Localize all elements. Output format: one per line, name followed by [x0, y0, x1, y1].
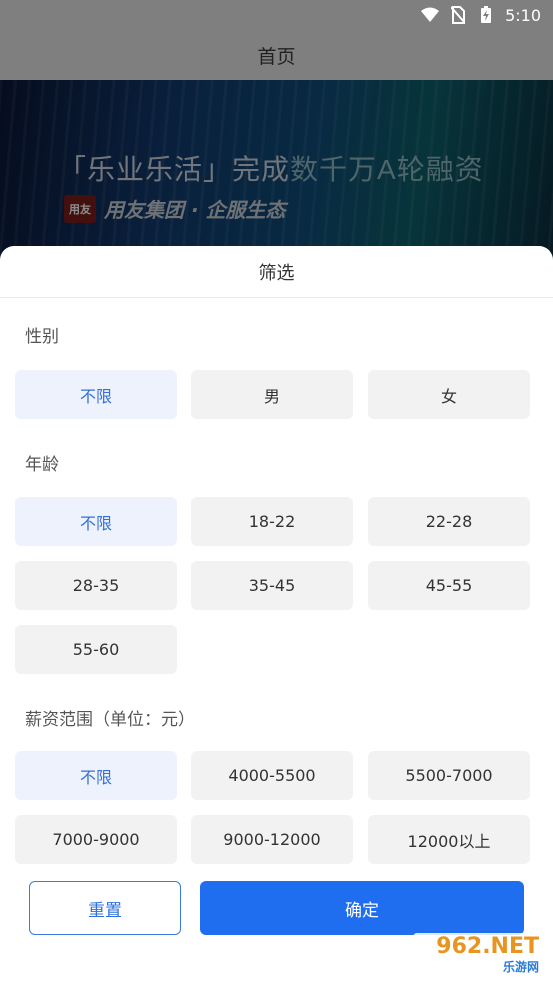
battery-charging-icon [477, 6, 495, 24]
salary-option-7000-9000[interactable]: 7000-9000 [15, 815, 177, 864]
promo-banner[interactable]: 「乐业乐活」完成数千万A轮融资 用友 用友集团 · 企服生态 [0, 80, 553, 260]
watermark-site-name: 乐游网 [502, 959, 539, 974]
age-option-55-60[interactable]: 55-60 [15, 625, 177, 674]
gender-label: 性别 [25, 327, 59, 347]
filter-sheet: 筛选 性别 不限 男 女 年龄 不限 18-22 22-28 28-35 35-… [0, 246, 553, 983]
age-option-22-28[interactable]: 22-28 [368, 497, 530, 546]
age-option-28-35[interactable]: 28-35 [15, 561, 177, 610]
gender-option-female[interactable]: 女 [368, 370, 530, 419]
salary-label: 薪资范围（单位：元） [25, 710, 195, 730]
gender-option-any[interactable]: 不限 [15, 370, 177, 419]
age-option-any[interactable]: 不限 [15, 497, 177, 546]
page-title: 首页 [257, 45, 296, 68]
age-option-18-22[interactable]: 18-22 [191, 497, 353, 546]
confirm-button[interactable]: 确定 [200, 881, 524, 935]
watermark-logo: 962.NET 乐游网 [413, 933, 545, 977]
reset-button[interactable]: 重置 [29, 881, 181, 935]
modal-overlay[interactable] [0, 80, 553, 260]
salary-option-any[interactable]: 不限 [15, 751, 177, 800]
age-label: 年龄 [25, 455, 59, 475]
salary-option-9000-12000[interactable]: 9000-12000 [191, 815, 353, 864]
age-option-35-45[interactable]: 35-45 [191, 561, 353, 610]
page-title-bar: 首页 [0, 30, 553, 80]
status-time: 5:10 [505, 5, 541, 25]
watermark-domain: 962.NET [436, 933, 539, 959]
no-sim-icon [449, 6, 467, 24]
salary-option-5500-7000[interactable]: 5500-7000 [368, 751, 530, 800]
salary-option-12000-plus[interactable]: 12000以上 [368, 815, 530, 864]
age-option-45-55[interactable]: 45-55 [368, 561, 530, 610]
gender-option-male[interactable]: 男 [191, 370, 353, 419]
status-bar: 5:10 [0, 0, 553, 30]
filter-title: 筛选 [0, 246, 553, 298]
wifi-icon [421, 6, 440, 24]
salary-option-4000-5500[interactable]: 4000-5500 [191, 751, 353, 800]
